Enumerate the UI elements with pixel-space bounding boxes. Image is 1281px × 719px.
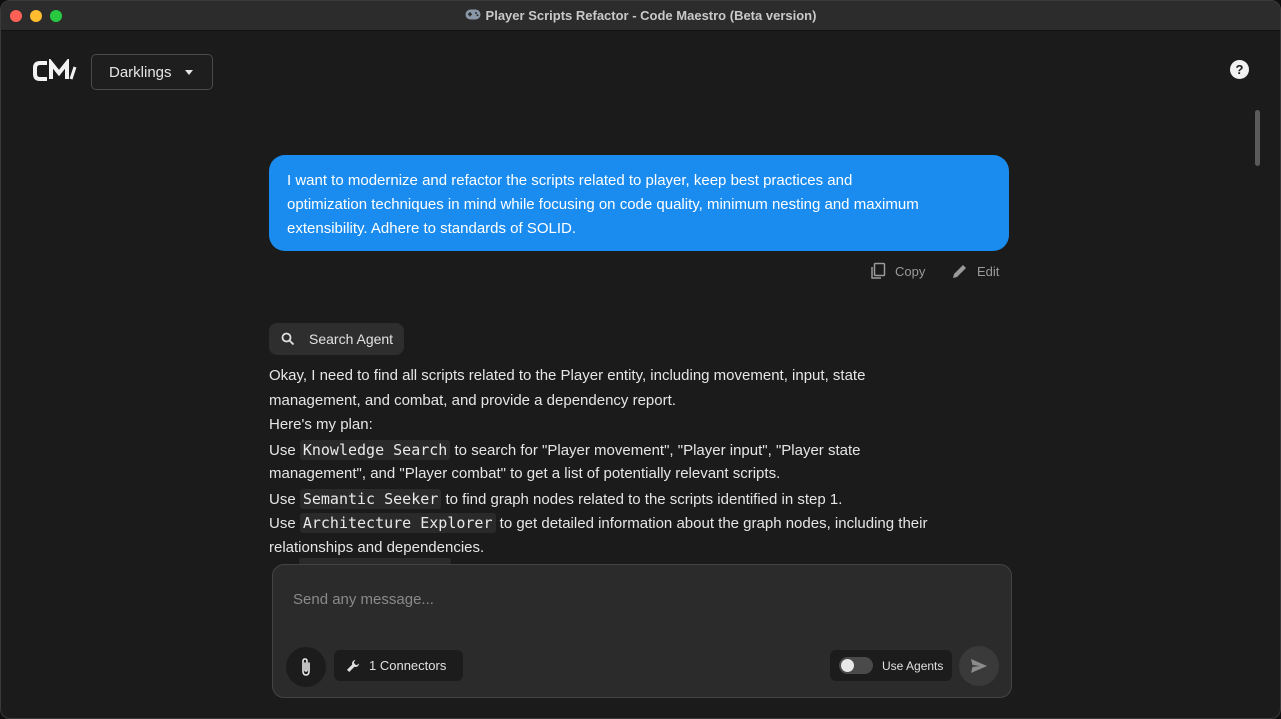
user-message-bubble: I want to modernize and refactor the scr… — [269, 155, 1009, 251]
copy-icon — [871, 262, 886, 279]
help-icon[interactable]: ? — [1230, 60, 1249, 79]
edit-button-label: Edit — [977, 263, 1000, 279]
tool-name-architecture-explorer: Architecture Explorer — [299, 513, 496, 533]
toggle-switch[interactable] — [839, 657, 873, 674]
copy-button[interactable]: Copy — [869, 260, 925, 282]
response-line: management, and combat, and provide a de… — [269, 391, 676, 409]
user-message-line: optimization techniques in mind while fo… — [287, 196, 919, 213]
search-agent-label: Search Agent — [309, 331, 394, 347]
response-line: Okay, I need to find all scripts related… — [269, 367, 866, 384]
plan-step-2: Use Semantic Seeker to find graph nodes … — [269, 487, 1009, 512]
code-maestro-logo[interactable] — [33, 57, 77, 85]
project-select[interactable]: Darklings — [91, 54, 213, 90]
connectors-button[interactable]: 1 Connectors — [334, 650, 463, 681]
send-icon — [971, 659, 987, 673]
scrollbar-thumb[interactable] — [1255, 110, 1260, 166]
use-agents-label: Use Agents — [882, 658, 944, 673]
title-bar: Player Scripts Refactor - Code Maestro (… — [1, 1, 1280, 31]
app-window: Player Scripts Refactor - Code Maestro (… — [0, 0, 1281, 719]
user-message-line: extensibility. Adhere to standards of SO… — [287, 220, 577, 237]
search-icon — [281, 332, 295, 346]
gamepad-icon — [465, 8, 481, 23]
use-agents-toggle[interactable]: Use Agents — [830, 650, 952, 681]
step-prefix: Use — [269, 515, 300, 532]
toggle-knob — [841, 659, 854, 672]
message-input[interactable] — [293, 591, 973, 608]
send-button[interactable] — [959, 646, 999, 686]
attach-button[interactable] — [286, 647, 326, 687]
agent-response: Okay, I need to find all scripts related… — [269, 364, 1009, 560]
plan-step-1: Use Knowledge Search to search for "Play… — [269, 438, 1009, 463]
step-text: to get detailed information about the gr… — [495, 515, 928, 532]
plan-step-3: Use Architecture Explorer to get detaile… — [269, 511, 1009, 536]
step-text: to find graph nodes related to the scrip… — [441, 490, 843, 508]
chevron-down-icon — [184, 69, 193, 75]
search-agent-badge[interactable]: Search Agent — [269, 323, 404, 355]
response-line: management", and "Player combat" to get … — [269, 465, 781, 482]
connectors-label: 1 Connectors — [369, 658, 447, 673]
window-title: Player Scripts Refactor - Code Maestro (… — [1, 8, 1280, 23]
wrench-icon — [347, 659, 359, 672]
message-composer: 1 Connectors Use Agents — [272, 564, 1012, 698]
step-prefix: Use — [269, 490, 300, 508]
tool-name-semantic-seeker: Semantic Seeker — [299, 488, 442, 509]
edit-button[interactable]: Edit — [951, 260, 999, 282]
response-line: relationships and dependencies. — [269, 538, 485, 556]
window-title-text: Player Scripts Refactor - Code Maestro (… — [485, 8, 817, 23]
step-prefix: Use — [269, 441, 300, 459]
step-text: to search for "Player movement", "Player… — [450, 441, 861, 459]
response-line: Here's my plan: — [269, 416, 373, 433]
tool-name-knowledge-search: Knowledge Search — [299, 439, 451, 460]
pencil-icon — [953, 265, 966, 278]
copy-button-label: Copy — [895, 263, 926, 279]
project-select-value: Darklings — [109, 63, 172, 81]
paperclip-icon — [302, 658, 310, 676]
user-message-line: I want to modernize and refactor the scr… — [287, 172, 853, 189]
